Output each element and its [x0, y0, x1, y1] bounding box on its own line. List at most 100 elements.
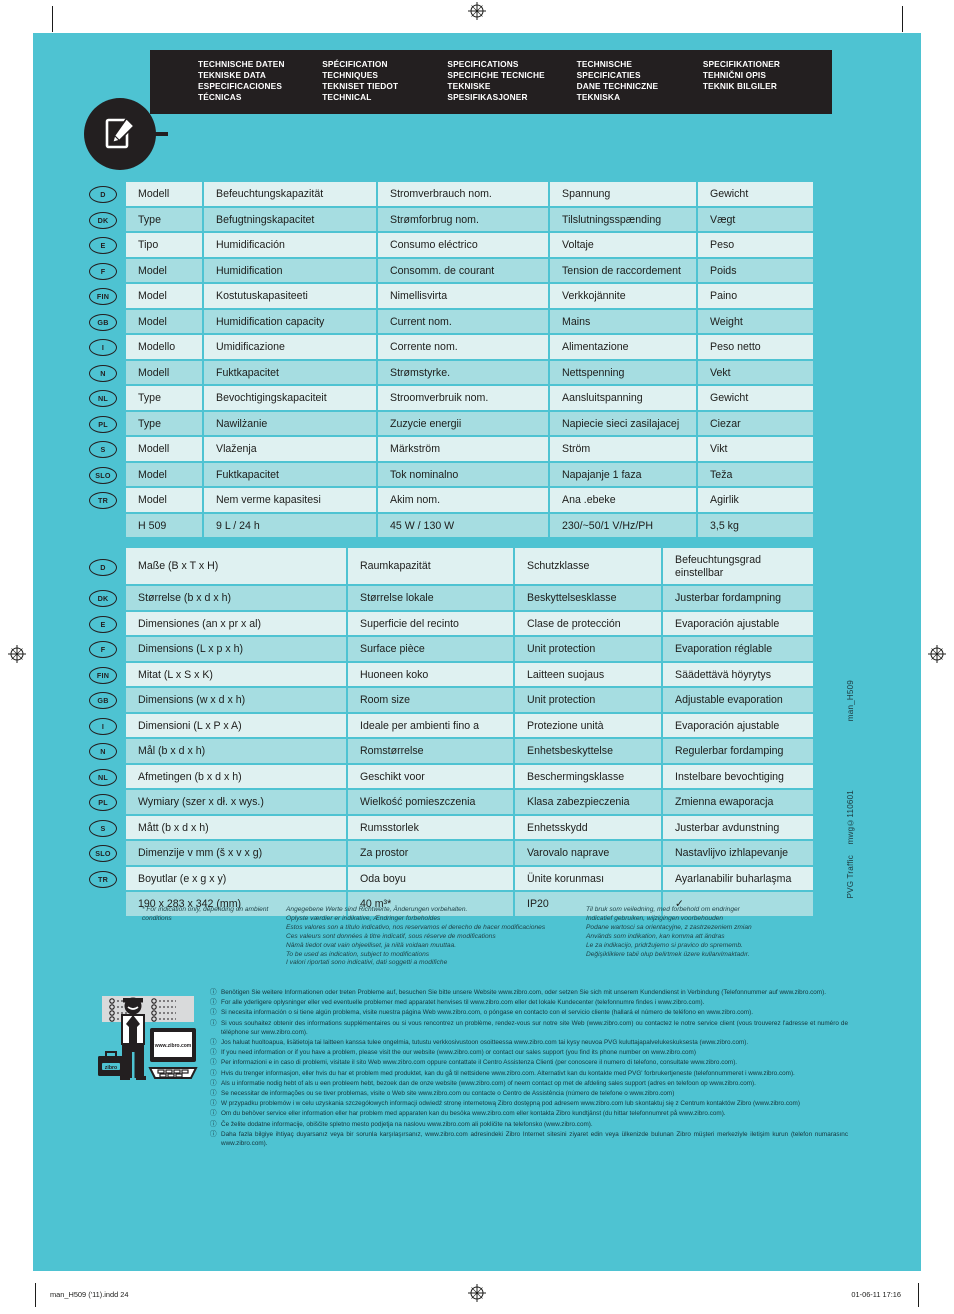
- language-flag-cell: I: [86, 335, 126, 361]
- table-cell: Adjustable evaporation: [663, 688, 813, 712]
- table-row-cells: Maße (B x T x H) Raumkapazität Schutzklass…: [126, 548, 813, 586]
- table-cell: Napajanje 1 faza: [550, 462, 698, 486]
- service-contact-text: Se necessitar de informações ou se tiver…: [221, 1090, 675, 1098]
- table-cell: Ana .ebeke: [550, 488, 698, 512]
- table-row-cells: Tipo Humidificación Consumo eléctrico Volta…: [126, 233, 813, 259]
- service-language-marker: ⓘ: [210, 999, 217, 1007]
- table-cell: Teža: [698, 462, 813, 486]
- table-cell: Befeuchtungsgrad einstellbar: [663, 548, 813, 584]
- table-cell: Humidification: [204, 258, 378, 282]
- table-row-cells: Boyutlar (e x g x y) Oda boyu Ünite korunm…: [126, 866, 813, 892]
- country-badge-n: N: [89, 743, 117, 761]
- table-cell: Gewicht: [698, 182, 813, 206]
- table-row-cells: Model Nem verme kapasitesi Akim nom. Ana .e…: [126, 488, 813, 514]
- table-row-cells: Mått (b x d x h) Rumsstorlek Enhetsskydd Ju…: [126, 815, 813, 841]
- language-flag-cell: E: [86, 233, 126, 259]
- table-cell: Tok nominalno: [378, 462, 550, 486]
- service-language-marker: ⓘ: [210, 1069, 217, 1077]
- language-flag-cell: D: [86, 548, 126, 586]
- table-cell: 45 W / 130 W: [378, 513, 550, 537]
- country-badge-f: F: [89, 262, 117, 280]
- table-row-cells: Dimensions (w x d x h) Room size Unit prot…: [126, 688, 813, 714]
- table-cell: Huoneen koko: [348, 662, 515, 686]
- table-row: PL Type Nawilżanie Zuzycie energii Napiecie …: [86, 411, 813, 438]
- note-block-2: Til bruk som veiledning, med forbehold o…: [586, 906, 752, 958]
- table-cell: 3,5 kg: [698, 513, 813, 537]
- table-cell: Evaporación ajustable: [663, 611, 813, 635]
- country-badge-tr: TR: [89, 870, 117, 888]
- service-language-marker: ⓘ: [210, 1110, 217, 1118]
- table-cell: Consumo eléctrico: [378, 233, 550, 257]
- service-contact-item: ⓘ Benötigen Sie weitere Informationen ode…: [210, 988, 848, 997]
- service-contact-text: Als u informatie nodig hebt of als u een…: [221, 1079, 756, 1087]
- table-cell: Afmetingen (b x d x h): [126, 764, 348, 788]
- country-badge-nl: NL: [89, 390, 117, 408]
- table-cell: Wielkość pomieszczenia: [348, 790, 515, 814]
- table-row: E Dimensiones (an x pr x al) Superficie de…: [86, 611, 813, 637]
- table-cell: Vlaženja: [204, 437, 378, 461]
- table-cell: Unit protection: [515, 637, 663, 661]
- table-row: F Model Humidification Consomm. de courant T…: [86, 258, 813, 285]
- service-information-block: zibro www.zibro.com ⓘ Benötigen Sie weit…: [92, 988, 848, 1149]
- service-contact-item: ⓘ Om du behöver service eller information…: [210, 1109, 848, 1118]
- table-row-cells: Type Nawilżanie Zuzycie energii Napiecie si…: [126, 411, 813, 437]
- table-cell: Befugtningskapacitet: [204, 207, 378, 231]
- table-cell: Vekt: [698, 360, 813, 384]
- table-cell: Laitteen suojaus: [515, 662, 663, 686]
- language-flag-cell: PL: [86, 412, 126, 438]
- table-cell: Beschermingsklasse: [515, 764, 663, 788]
- table-row: SLO Model Fuktkapacitet Tok nominalno Napaja…: [86, 462, 813, 488]
- table-cell: Type: [126, 411, 204, 435]
- country-badge-d: D: [89, 186, 117, 204]
- table-row: SLO Dimenzije v mm (š x v x g) Za prostor V…: [86, 841, 813, 867]
- table-cell: Boyutlar (e x g x y): [126, 866, 348, 890]
- table-cell: Geschikt voor: [348, 764, 515, 788]
- table-cell: Stromverbrauch nom.: [378, 182, 550, 206]
- language-flag-cell: GB: [86, 688, 126, 714]
- service-language-marker: ⓘ: [210, 1100, 217, 1108]
- language-flag-cell: F: [86, 637, 126, 663]
- service-contact-list: ⓘ Benötigen Sie weitere Informationen ode…: [204, 988, 848, 1149]
- country-badge-e: E: [89, 237, 117, 255]
- language-flag-cell: FIN: [86, 663, 126, 689]
- side-label-code: mwg©110601: [846, 790, 855, 845]
- svg-text:zibro: zibro: [105, 1065, 117, 1071]
- country-badge-fin: FIN: [89, 666, 117, 684]
- header-column-en: SPECIFICATIONS SPECIFICHE TECNICHE TEKNI…: [447, 59, 545, 103]
- language-flag-cell: F: [86, 259, 126, 285]
- table-row: PL Wymiary (szer x dł. x wys.) Wielkość po…: [86, 790, 813, 816]
- table-row: S Modell Vlaženja Märkström Ström Vikt: [86, 437, 813, 463]
- service-language-marker: ⓘ: [210, 1009, 217, 1017]
- language-flag-cell: TR: [86, 488, 126, 514]
- table-cell: Superficie del recinto: [348, 611, 515, 635]
- table-cell: Corrente nom.: [378, 335, 550, 359]
- table-cell: Størrelse (b x d x h): [126, 586, 348, 610]
- table-cell: Rumsstorlek: [348, 815, 515, 839]
- service-language-marker: ⓘ: [210, 1079, 217, 1087]
- service-contact-text: Si vous souhaitez obtenir des informatio…: [221, 1019, 848, 1036]
- table-row-cells: Modell Fuktkapacitet Strømstyrke. Nettspenn…: [126, 360, 813, 386]
- service-contact-item: ⓘ Si vous souhaitez obtenir des informati…: [210, 1019, 848, 1037]
- table-row-cells: Modello Umidificazione Corrente nom. Alimen…: [126, 335, 813, 361]
- country-badge-i: I: [89, 339, 117, 357]
- table-row: I Dimensioni (L x P x A) Ideale per ambien…: [86, 713, 813, 739]
- crop-mark-top-right: [902, 6, 903, 32]
- service-language-marker: ⓘ: [210, 1090, 217, 1098]
- service-contact-item: ⓘ W przypadku problemów i w celu uzyskani…: [210, 1099, 848, 1108]
- table-cell: Napiecie sieci zasilajacej: [550, 411, 698, 435]
- table-cell: Regulerbar fordamping: [663, 739, 813, 763]
- language-flag-cell: D: [86, 182, 126, 208]
- table-cell: Märkström: [378, 437, 550, 461]
- language-flag-cell: TR: [86, 867, 126, 893]
- registration-mark-left: [8, 645, 26, 663]
- service-contact-text: Daha fazla bilgiye ihtiyaç duyarsanız ve…: [221, 1130, 848, 1148]
- table-row-cells: Model Kostutuskapasiteeti Nimellisvirta Ver…: [126, 284, 813, 310]
- table-row-cells: H 509 9 L / 24 h 45 W / 130 W 230/~50/1 V/H…: [126, 513, 813, 537]
- country-badge-pl: PL: [89, 794, 117, 812]
- table-cell: Room size: [348, 688, 515, 712]
- header-column-de: TECHNISCHE DATEN TEKNISKE DATA ESPECIFIC…: [198, 59, 285, 103]
- side-label-manual: man_H509: [846, 680, 855, 722]
- table-cell: Modell: [126, 437, 204, 461]
- country-badge-slo: SLO: [89, 466, 117, 484]
- table-row-cells: Modell Befeuchtungskapazität Stromverbrauc…: [126, 182, 813, 208]
